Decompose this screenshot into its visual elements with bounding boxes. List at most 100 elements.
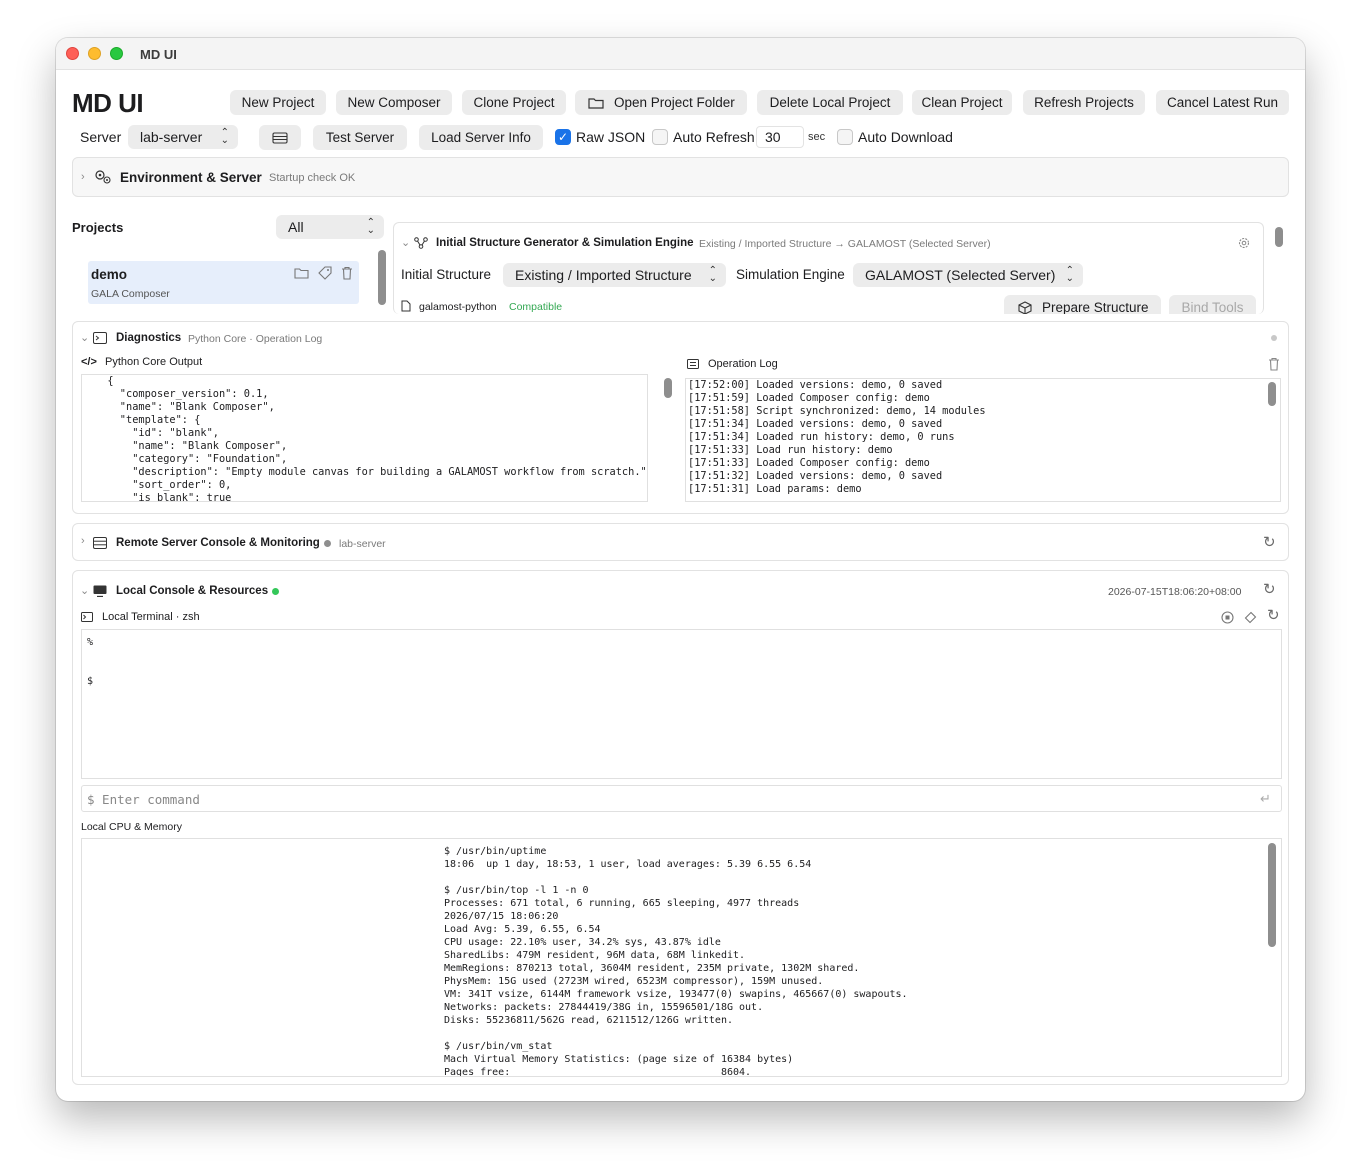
prepare-structure-button[interactable]: Prepare Structure xyxy=(1004,295,1161,314)
cpu-memory-scroll-thumb[interactable] xyxy=(1268,843,1276,947)
operation-log-box[interactable]: [17:52:00] Loaded versions: demo, 0 save… xyxy=(685,378,1281,502)
environment-panel[interactable]: › Environment & Server Startup check OK xyxy=(72,157,1289,197)
remote-console-panel[interactable]: › Remote Server Console & Monitoring lab… xyxy=(72,523,1289,561)
python-output-box[interactable]: { "composer_version": 0.1, "name": "Blan… xyxy=(81,374,648,502)
python-output-label: Python Core Output xyxy=(105,356,203,368)
load-server-info-button[interactable]: Load Server Info xyxy=(419,125,543,150)
prepare-structure-label: Prepare Structure xyxy=(1042,300,1149,314)
open-project-folder-button[interactable]: Open Project Folder xyxy=(575,90,747,115)
chevron-right-icon: › xyxy=(81,171,85,183)
python-output-scroll-thumb[interactable] xyxy=(664,378,672,398)
environment-title: Environment & Server xyxy=(120,170,262,185)
refresh-unit-label: sec xyxy=(808,131,826,143)
bind-tools-button[interactable]: Bind Tools xyxy=(1169,295,1256,314)
initial-structure-value: Existing / Imported Structure xyxy=(515,267,692,283)
new-project-button[interactable]: New Project xyxy=(230,90,326,115)
chevron-down-icon[interactable]: ⌄ xyxy=(80,584,89,597)
cube-icon xyxy=(1018,300,1032,314)
command-input[interactable]: $ Enter command ↵ xyxy=(81,785,1282,812)
operation-log-scrollbar[interactable] xyxy=(1267,379,1277,501)
folder-icon[interactable] xyxy=(294,267,309,279)
server-rack-icon xyxy=(93,537,107,549)
return-icon[interactable]: ↵ xyxy=(1260,792,1271,805)
local-timestamp: 2026-07-15T18:06:20+08:00 xyxy=(1108,586,1242,598)
stop-icon[interactable] xyxy=(1221,611,1234,624)
package-name: galamost-python xyxy=(419,301,497,313)
zoom-window-button[interactable] xyxy=(110,47,123,60)
simulation-engine-label: Simulation Engine xyxy=(736,267,845,282)
compat-badge: Compatible xyxy=(509,301,563,313)
project-item-demo[interactable]: demo GALA Composer xyxy=(88,261,359,304)
close-window-button[interactable] xyxy=(66,47,79,60)
cpu-memory-box[interactable]: $ /usr/bin/uptime 18:06 up 1 day, 18:53,… xyxy=(81,838,1282,1077)
diagnostics-subtitle: Python Core · Operation Log xyxy=(188,333,323,345)
restart-icon[interactable]: ↻ xyxy=(1267,608,1280,623)
open-project-folder-label: Open Project Folder xyxy=(614,95,735,110)
window-title: MD UI xyxy=(140,47,177,62)
clean-project-button[interactable]: Clean Project xyxy=(912,90,1012,115)
projects-filter-select[interactable]: All ⌃ ⌄ xyxy=(276,215,384,239)
chevron-down-icon[interactable]: ⌄ xyxy=(401,236,410,249)
refresh-icon[interactable]: ↻ xyxy=(1263,582,1276,597)
server-select[interactable]: lab-server ⌃ ⌄ xyxy=(128,125,238,149)
chevron-down-icon[interactable]: ⌄ xyxy=(80,331,89,344)
new-composer-button[interactable]: New Composer xyxy=(336,90,452,115)
command-placeholder: $ Enter command xyxy=(87,792,200,807)
tag-icon[interactable] xyxy=(318,266,332,280)
operation-log-scroll-thumb[interactable] xyxy=(1268,382,1276,406)
updown-chevron-icon: ⌃ ⌄ xyxy=(708,265,717,284)
projects-scrollbar[interactable] xyxy=(377,248,387,308)
delete-local-project-button[interactable]: Delete Local Project xyxy=(757,90,903,115)
initial-structure-select[interactable]: Existing / Imported Structure ⌃ ⌄ xyxy=(503,263,726,287)
raw-json-checkbox[interactable]: ✓ xyxy=(555,129,571,145)
refresh-icon[interactable]: ↻ xyxy=(1263,535,1276,550)
generator-scroll-thumb[interactable] xyxy=(1275,227,1283,247)
folder-icon xyxy=(588,97,604,109)
project-name: demo xyxy=(91,267,128,282)
node-graph-icon xyxy=(414,237,428,249)
generator-panel: ⌄ Initial Structure Generator & Simulati… xyxy=(393,222,1264,314)
cpu-memory-scrollbar[interactable] xyxy=(1267,840,1277,1075)
auto-refresh-checkbox[interactable] xyxy=(652,129,668,145)
refresh-interval-input[interactable]: 30 xyxy=(756,126,804,148)
project-subtitle: GALA Composer xyxy=(91,288,170,300)
generator-title: Initial Structure Generator & Simulation… xyxy=(436,237,694,249)
trash-icon[interactable] xyxy=(341,266,353,280)
clone-project-button[interactable]: Clone Project xyxy=(462,90,566,115)
monitor-icon xyxy=(93,585,107,597)
minimize-window-button[interactable] xyxy=(88,47,101,60)
eraser-icon[interactable] xyxy=(1244,611,1257,624)
title-bar: MD UI xyxy=(56,38,1305,70)
chevron-right-icon: › xyxy=(81,535,85,547)
updown-chevron-icon: ⌃ ⌄ xyxy=(220,127,229,146)
remote-status-dot xyxy=(324,540,331,547)
simulation-engine-value: GALAMOST (Selected Server) xyxy=(865,267,1056,283)
log-list-icon xyxy=(687,359,699,369)
diagnostics-title: Diagnostics xyxy=(116,332,182,344)
raw-json-label: Raw JSON xyxy=(576,129,646,145)
cancel-latest-run-button[interactable]: Cancel Latest Run xyxy=(1156,90,1289,115)
server-list-button[interactable] xyxy=(259,125,301,150)
python-output-text: { "composer_version": 0.1, "name": "Blan… xyxy=(107,375,648,502)
local-console-title: Local Console & Resources xyxy=(116,585,269,597)
projects-title: Projects xyxy=(72,220,124,235)
cpu-memory-label: Local CPU & Memory xyxy=(81,821,182,833)
projects-scroll-thumb[interactable] xyxy=(378,250,386,305)
simulation-engine-select[interactable]: GALAMOST (Selected Server) ⌃ ⌄ xyxy=(853,263,1083,287)
trash-icon[interactable] xyxy=(1268,357,1280,371)
python-output-scrollbar[interactable] xyxy=(663,376,673,500)
updown-chevron-icon: ⌃ ⌄ xyxy=(366,217,375,236)
auto-download-checkbox[interactable] xyxy=(837,129,853,145)
server-label: Server xyxy=(80,129,122,145)
updown-chevron-icon: ⌃ ⌄ xyxy=(1065,265,1074,284)
terminal-output-text: % $ xyxy=(87,637,94,687)
terminal-output-box[interactable]: % $ xyxy=(81,629,1282,779)
refresh-projects-button[interactable]: Refresh Projects xyxy=(1023,90,1145,115)
gear-icon[interactable] xyxy=(1237,236,1251,250)
local-status-dot xyxy=(272,588,279,595)
initial-structure-label: Initial Structure xyxy=(401,267,492,282)
test-server-button[interactable]: Test Server xyxy=(313,125,407,150)
projects-filter-value: All xyxy=(288,219,304,235)
terminal-icon xyxy=(81,612,93,622)
generator-scrollbar[interactable] xyxy=(1274,224,1284,308)
